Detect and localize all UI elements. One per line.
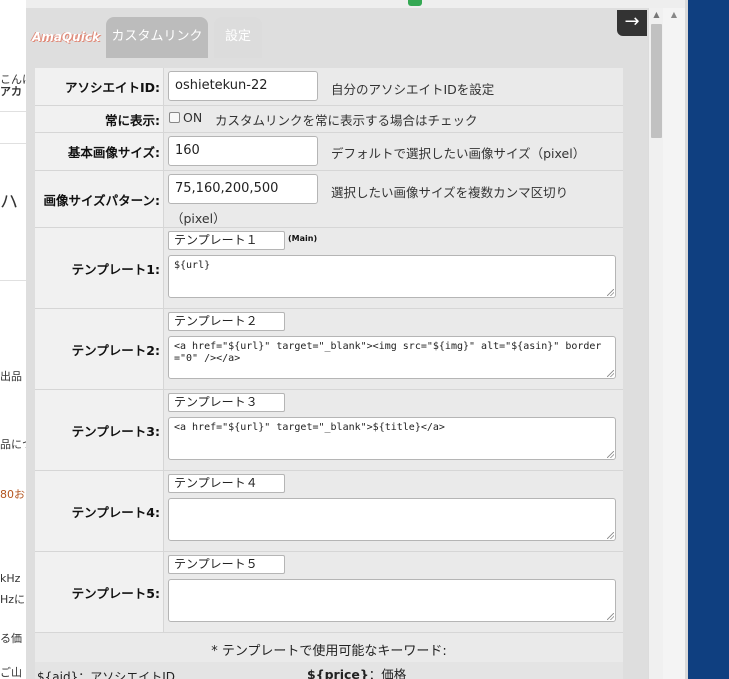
template-label: テンプレート3: [35,390,164,470]
template-body-textarea[interactable]: <a href="${url}" target="_blank"><img sr… [168,336,616,379]
bg-text: ハ [0,192,18,213]
associate-id-row: アソシエイトID: oshietekun-22 自分のアソシエイトIDを設定 [35,68,623,106]
bg-text: 80お [0,488,25,501]
associate-id-hint: 自分のアソシエイトIDを設定 [331,82,495,97]
bg-text: 品につ [0,438,26,451]
popup-scrollbar[interactable]: ▲ [648,8,664,679]
image-size-pattern-hint: 選択したい画像サイズを複数カンマ区切り [331,185,569,200]
template-body-textarea[interactable]: ${url} [168,255,616,298]
base-image-size-label: 基本画像サイズ: [35,133,164,170]
image-size-pattern-input[interactable]: 75,160,200,500 [168,174,318,204]
tab-custom-link[interactable]: カスタムリンク [106,17,208,58]
template-row: テンプレート4: テンプレート４ [35,471,623,552]
page-scrollbar[interactable]: ▲ [663,8,685,679]
keyword-price: ${price}：価格 [307,664,406,679]
amaquick-popup: AmaQuick カスタムリンク 設定 → アソシエイトID: oshietek… [26,8,648,679]
always-show-on-label: ON [183,110,203,125]
keywords-title: * テンプレートで使用可能なキーワード: [211,644,447,659]
keyword-price-key: ${price} [307,667,369,679]
image-size-pattern-label: 画像サイズパターン: [35,171,164,227]
page-scroll-up-icon[interactable]: ▲ [663,8,685,22]
base-image-size-input[interactable]: 160 [168,136,318,166]
scroll-up-icon[interactable]: ▲ [649,8,664,22]
template-label: テンプレート4: [35,471,164,551]
associate-id-label: アソシエイトID: [35,68,164,105]
resize-grip-icon[interactable] [607,532,614,539]
image-size-pattern-unit: （pixel） [171,211,226,226]
resize-grip-icon[interactable] [607,451,614,458]
desktop-background [688,0,729,679]
template-label: テンプレート1: [35,228,164,308]
template-row: テンプレート1: テンプレート１ (Main) ${url} [35,228,623,309]
always-show-hint: カスタムリンクを常に表示する場合はチェック [215,113,478,128]
tab-brand[interactable]: AmaQuick [28,17,104,58]
keyword-price-desc: ：価格 [368,667,407,679]
template-body-text: <a href="${url}" target="_blank"><img sr… [174,341,602,364]
background-page: こんに アカ ハ 出品 品につ 80お kHz Hzに る価 ご山 [0,0,26,679]
bg-text: Hzに [0,593,26,606]
bg-text: アカ [0,85,22,98]
template-body-text: ${url} [174,260,211,271]
template-row: テンプレート2: テンプレート２ <a href="${url}" target… [35,309,623,390]
bg-text: る価 [0,632,22,645]
keywords-list: ${aid}：アソシエイトID ${price}：価格 [35,662,623,679]
bg-text: 出品 [0,370,22,383]
settings-form: アソシエイトID: oshietekun-22 自分のアソシエイトIDを設定 常… [35,68,623,679]
template-body-textarea[interactable]: <a href="${url}" target="_blank">${title… [168,417,616,460]
template-label: テンプレート2: [35,309,164,389]
base-image-size-hint: デフォルトで選択したい画像サイズ（pixel） [331,146,586,161]
keyword-aid: ${aid}：アソシエイトID [37,670,175,679]
scroll-thumb[interactable] [651,24,662,138]
main-badge: (Main) [288,234,318,243]
template-name-input[interactable]: テンプレート２ [168,312,285,331]
associate-id-input[interactable]: oshietekun-22 [168,71,318,101]
resize-grip-icon[interactable] [607,370,614,377]
template-body-textarea[interactable] [168,498,616,541]
arrow-right-icon[interactable]: → [617,10,647,36]
always-show-label: 常に表示: [35,106,164,132]
base-image-size-row: 基本画像サイズ: 160 デフォルトで選択したい画像サイズ（pixel） [35,133,623,171]
always-show-row: 常に表示: ON カスタムリンクを常に表示する場合はチェック [35,106,623,133]
bg-text: ご山 [0,666,22,679]
template-name-input[interactable]: テンプレート４ [168,474,285,493]
bg-text: kHz [0,572,21,585]
tab-bar: AmaQuick カスタムリンク 設定 [26,8,648,58]
template-row: テンプレート5: テンプレート５ [35,552,623,633]
template-label: テンプレート5: [35,552,164,632]
extension-icon[interactable] [408,0,422,6]
image-size-pattern-row: 画像サイズパターン: 75,160,200,500 選択したい画像サイズを複数カ… [35,171,623,228]
tab-settings[interactable]: 設定 [214,17,262,58]
template-name-input[interactable]: テンプレート１ [168,231,285,250]
resize-grip-icon[interactable] [607,613,614,620]
template-body-textarea[interactable] [168,579,616,622]
always-show-checkbox[interactable] [169,112,180,123]
template-row: テンプレート3: テンプレート３ <a href="${url}" target… [35,390,623,471]
resize-grip-icon[interactable] [607,289,614,296]
template-body-text: <a href="${url}" target="_blank">${title… [174,422,445,433]
template-name-input[interactable]: テンプレート３ [168,393,285,412]
template-name-input[interactable]: テンプレート５ [168,555,285,574]
